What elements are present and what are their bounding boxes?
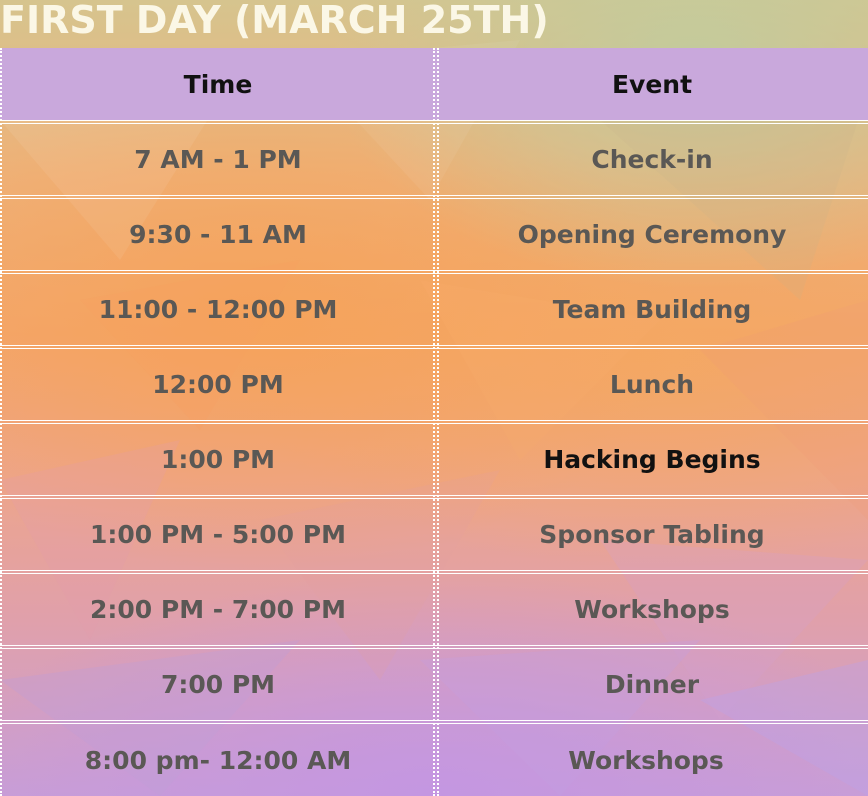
- column-header-time: Time: [183, 69, 253, 99]
- event-cell: Opening Ceremony: [517, 220, 787, 249]
- time-cell: 1:00 PM - 5:00 PM: [90, 520, 346, 549]
- left-border: [0, 48, 4, 796]
- time-cell: 8:00 pm- 12:00 AM: [84, 745, 352, 775]
- event-cell: Dinner: [604, 670, 700, 699]
- column-header-event: Event: [611, 69, 693, 99]
- event-cell: Workshops: [574, 595, 730, 624]
- page-title: FIRST DAY (MARCH 25TH): [0, 0, 549, 42]
- time-cell: 12:00 PM: [152, 370, 284, 399]
- time-cell: 11:00 - 12:00 PM: [98, 295, 338, 324]
- event-cell: Workshops: [568, 745, 724, 775]
- column-divider: [433, 48, 439, 796]
- time-cell: 7:00 PM: [160, 670, 276, 699]
- event-cell: Check-in: [591, 145, 713, 174]
- time-cell: 9:30 - 11 AM: [129, 220, 307, 249]
- event-cell: Lunch: [609, 370, 695, 399]
- event-cell: Team Building: [552, 295, 752, 324]
- event-cell: Sponsor Tabling: [539, 520, 765, 549]
- event-cell: Hacking Begins: [543, 445, 761, 474]
- time-cell: 2:00 PM - 7:00 PM: [90, 595, 346, 624]
- time-cell: 7 AM - 1 PM: [134, 145, 302, 174]
- time-cell: 1:00 PM: [160, 445, 276, 474]
